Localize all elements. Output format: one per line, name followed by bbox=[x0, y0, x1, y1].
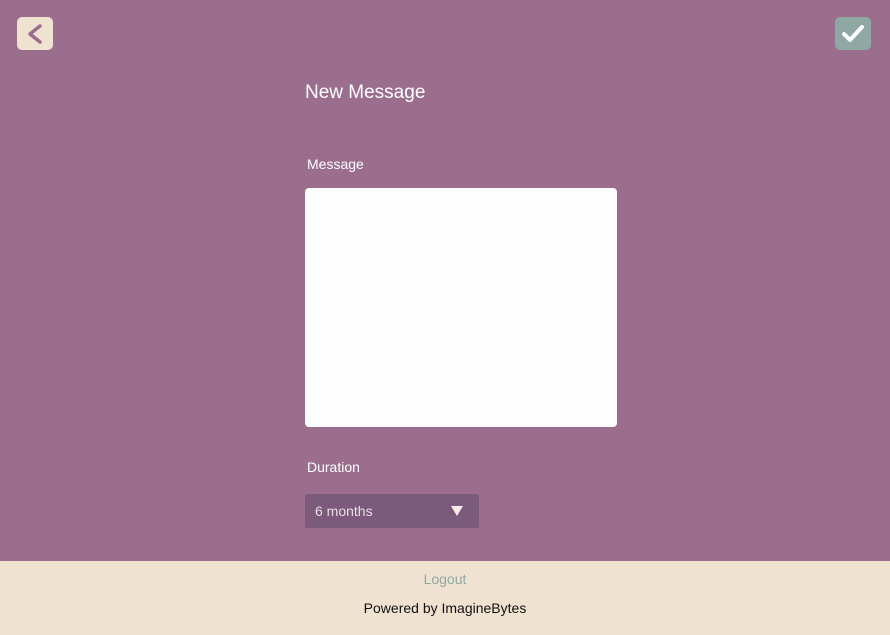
footer: Logout Powered by ImagineBytes bbox=[0, 561, 890, 635]
page-title: New Message bbox=[305, 82, 426, 103]
logout-link[interactable]: Logout bbox=[0, 571, 890, 587]
back-button[interactable] bbox=[17, 17, 53, 50]
main-panel: New Message Message Duration 6 months bbox=[0, 0, 890, 561]
duration-selected-value: 6 months bbox=[315, 503, 373, 519]
duration-label: Duration bbox=[307, 459, 360, 475]
powered-by-text: Powered by ImagineBytes bbox=[363, 600, 527, 616]
checkmark-icon bbox=[842, 24, 864, 42]
message-textarea[interactable] bbox=[305, 188, 617, 427]
message-label: Message bbox=[307, 156, 364, 172]
chevron-left-icon bbox=[28, 23, 42, 44]
confirm-button[interactable] bbox=[835, 17, 871, 50]
duration-select[interactable]: 6 months bbox=[305, 494, 479, 528]
caret-down-icon bbox=[451, 506, 463, 516]
